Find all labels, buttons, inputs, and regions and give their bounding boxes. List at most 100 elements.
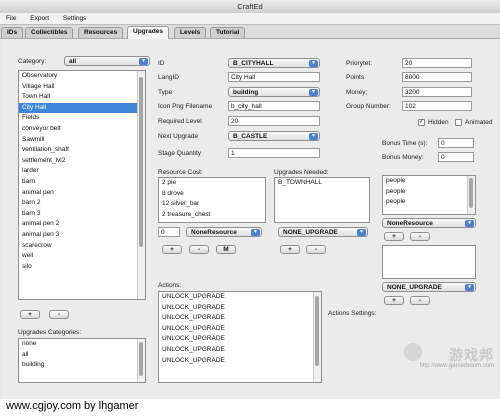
list-item[interactable]: all [19,350,145,361]
tab-ids[interactable]: IDs [1,27,24,38]
upgrade-categories-scrollbar[interactable] [137,339,145,382]
upgrade-categories-label: Upgrades Categories: [18,329,82,336]
list-item[interactable]: barn 3 [19,209,145,220]
type-select[interactable]: building ▼ [228,87,320,97]
upgrades-needed-list[interactable]: B_TOWNHALL [274,177,370,223]
chevron-down-icon: ▼ [357,229,366,236]
bonus-time-input[interactable]: 0 [438,138,474,148]
resource-select[interactable]: NoneResource ▼ [186,227,262,237]
tab-upgrades[interactable]: Upgrades [127,26,169,39]
list-item[interactable]: scarecrow [19,241,145,252]
remove-upgrade-button[interactable]: - [49,310,69,319]
tab-collectibles[interactable]: Collectibles [25,27,74,38]
list-item[interactable]: animal pen 3 [19,230,145,241]
list-item[interactable]: Observatory [19,71,145,82]
add-extra-upgrade-button[interactable]: + [384,296,404,305]
icon-filename-label: Icon Png Filename [158,103,213,110]
list-item[interactable]: Village Hall [19,82,145,93]
icon-filename-input[interactable]: b_city_hall [228,101,320,111]
list-item[interactable]: Fields [19,113,145,124]
extra-upgrade-list[interactable] [382,245,476,279]
list-item[interactable]: larder [19,166,145,177]
menu-settings[interactable]: Settings [57,13,93,22]
tab-resources[interactable]: Resources [78,27,124,38]
list-item[interactable]: people [383,197,475,208]
list-item[interactable]: silo [19,262,145,273]
upgrade-list-scrollbar[interactable] [137,71,145,299]
bonus-money-input[interactable]: 0 [438,152,474,162]
menu-file[interactable]: File [0,13,22,22]
list-item[interactable]: none [19,339,145,350]
list-item[interactable]: people [383,176,475,187]
actions-list-scrollbar[interactable] [313,292,321,382]
list-item[interactable]: barn 2 [19,198,145,209]
list-item[interactable]: 12 silver_bar [159,199,265,210]
list-item[interactable]: conveyor belt [19,124,145,135]
list-item[interactable]: people [383,187,475,198]
list-item[interactable]: B_TOWNHALL [275,178,369,189]
actions-list[interactable]: UNLOCK_UPGRADE UNLOCK_UPGRADE UNLOCK_UPGRA… [158,291,322,383]
add-people-button[interactable]: + [384,232,404,241]
type-label: Type [158,89,173,96]
money-input[interactable]: 3200 [402,87,472,97]
add-needed-upgrade-button[interactable]: + [280,245,300,254]
list-item[interactable]: UNLOCK_UPGRADE [159,334,321,345]
upgrade-categories-list[interactable]: none all building [18,338,146,383]
upgrades-needed-select-value: NONE_UPGRADE [283,229,338,236]
upgrade-list[interactable]: Observatory Village Hall Town Hall City Hal… [18,70,146,300]
people-list-scrollbar[interactable] [467,176,475,214]
add-resource-button[interactable]: + [162,245,182,254]
scrollbar-thumb[interactable] [469,178,473,208]
langid-input[interactable]: City Hall [228,72,320,82]
extra-upgrade-select[interactable]: NONE_UPGRADE ▼ [382,282,476,292]
list-item[interactable]: Town Hall [19,92,145,103]
category-select[interactable]: all ▼ [64,56,150,66]
upgrades-needed-select[interactable]: NONE_UPGRADE ▼ [278,227,368,237]
scrollbar-thumb[interactable] [139,342,143,376]
animated-checkbox[interactable] [455,119,462,126]
remove-resource-button[interactable]: - [189,245,209,254]
resource-quantity-input[interactable]: 0 [158,227,180,237]
required-level-input[interactable]: 20 [228,116,320,126]
list-item[interactable]: 8 drove [159,189,265,200]
modify-resource-button[interactable]: M [216,245,236,254]
list-item[interactable]: well [19,251,145,262]
list-item[interactable]: UNLOCK_UPGRADE [159,324,321,335]
list-item[interactable]: UNLOCK_UPGRADE [159,313,321,324]
list-item[interactable]: UNLOCK_UPGRADE [159,345,321,356]
scrollbar-thumb[interactable] [139,77,143,247]
resource-cost-label: Resource Cost: [158,169,203,176]
list-item[interactable]: UNLOCK_UPGRADE [159,303,321,314]
menu-export[interactable]: Export [24,13,55,22]
list-item[interactable]: barn [19,177,145,188]
remove-people-button[interactable]: - [410,232,430,241]
id-select[interactable]: B_CITYHALL ▼ [228,58,320,68]
list-item[interactable]: Sawmill [19,135,145,146]
list-item[interactable]: UNLOCK_UPGRADE [159,356,321,367]
list-item[interactable]: UNLOCK_UPGRADE [159,292,321,303]
list-item[interactable]: settlement_lvl2 [19,156,145,167]
add-upgrade-button[interactable]: + [20,310,40,319]
points-input[interactable]: 8000 [402,72,472,82]
hidden-checkbox[interactable]: ✓ [418,119,425,126]
credit-text: www.cgjoy.com by lhgamer [6,400,139,412]
group-number-input[interactable]: 102 [402,101,472,111]
remove-extra-upgrade-button[interactable]: - [410,296,430,305]
scrollbar-thumb[interactable] [315,296,319,366]
list-item[interactable]: 2 treasure_chest [159,210,265,221]
resource-cost-list[interactable]: 2 pie 8 drove 12 silver_bar 2 treasure_ches… [158,177,266,223]
people-list[interactable]: people people people [382,175,476,215]
list-item[interactable]: ventilation_shaft [19,145,145,156]
stage-quantity-input[interactable]: 1 [228,148,320,158]
list-item[interactable]: 2 pie [159,178,265,189]
priority-input[interactable]: 20 [402,58,472,68]
list-item[interactable]: animal pen 2 [19,219,145,230]
tab-levels[interactable]: Levels [174,27,207,38]
remove-needed-upgrade-button[interactable]: - [306,245,326,254]
next-upgrade-select[interactable]: B_CASTLE ▼ [228,131,320,141]
people-resource-select[interactable]: NoneResource ▼ [382,218,476,228]
tab-tutorial[interactable]: Tutorial [210,27,246,38]
list-item[interactable]: animal pen [19,188,145,199]
list-item[interactable]: building [19,360,145,371]
list-item[interactable]: City Hall [19,102,145,114]
